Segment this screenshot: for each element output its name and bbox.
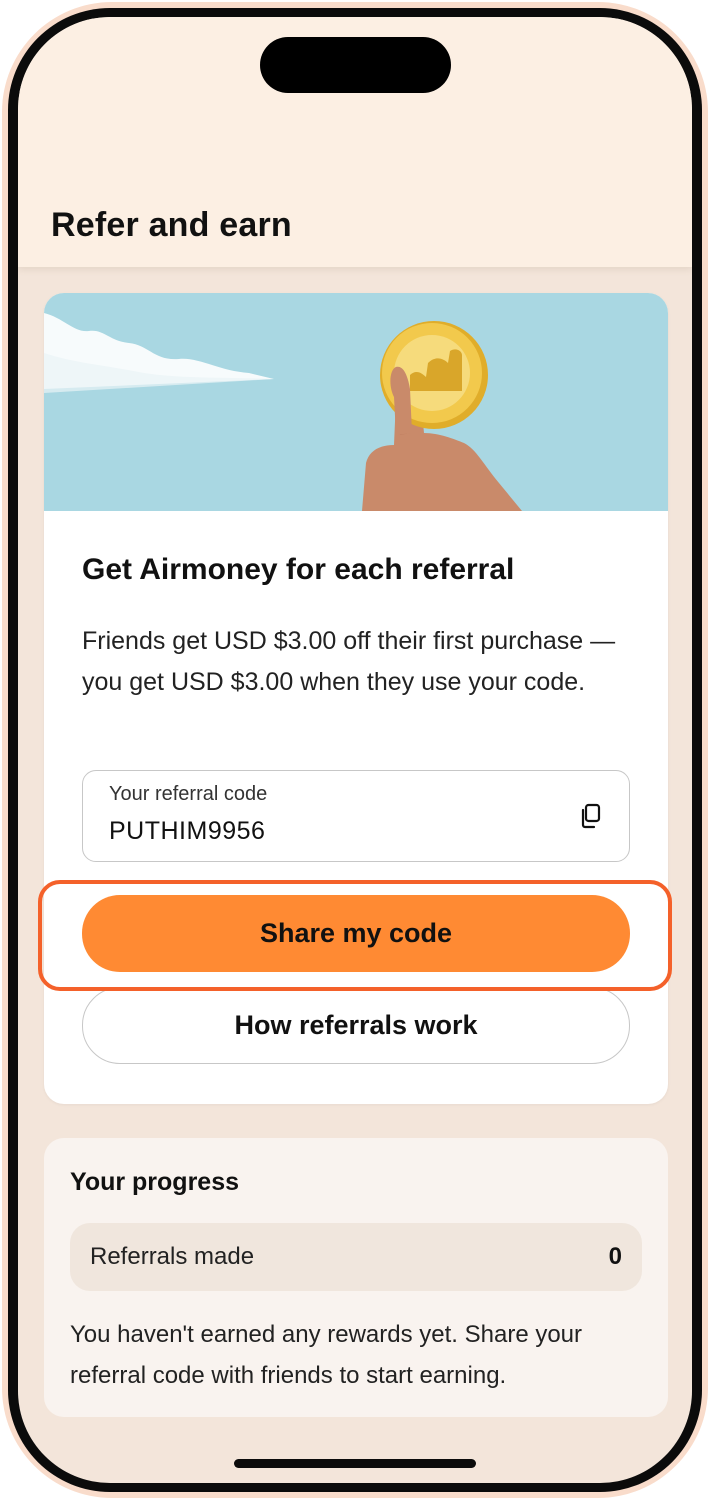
referrals-made-row: Referrals made 0 — [70, 1223, 642, 1291]
app-screen: Refer and earn Get Airmoney for each ref… — [18, 17, 692, 1483]
how-referrals-work-button[interactable]: How referrals work — [82, 987, 630, 1064]
referral-code-field[interactable]: Your referral code PUTHIM9956 — [82, 770, 630, 862]
referral-code-value[interactable]: PUTHIM9956 — [109, 817, 265, 846]
referrals-made-count: 0 — [608, 1243, 622, 1270]
header-bar: Refer and earn — [18, 17, 692, 267]
progress-title: Your progress — [70, 1168, 240, 1196]
share-my-code-button[interactable]: Share my code — [82, 895, 630, 972]
copy-icon-glyph — [581, 803, 601, 829]
coin-hand-illustration — [44, 313, 522, 511]
card-title: Get Airmoney for each referral — [82, 553, 515, 586]
copy-icon[interactable] — [579, 803, 603, 829]
referrals-made-label: Referrals made — [90, 1243, 255, 1270]
progress-note: You haven't earned any rewards yet. Shar… — [70, 1321, 583, 1389]
page-title: Refer and earn — [51, 206, 292, 244]
card-description: Friends get USD $3.00 off their first pu… — [82, 627, 616, 696]
referral-card: Get Airmoney for each referral Friends g… — [44, 293, 668, 1104]
hero-illustration — [44, 293, 668, 511]
referral-code-label: Your referral code — [109, 783, 268, 805]
home-indicator[interactable] — [234, 1459, 476, 1468]
progress-card: Your progress Referrals made 0 You haven… — [44, 1138, 668, 1417]
dynamic-island — [260, 37, 451, 93]
